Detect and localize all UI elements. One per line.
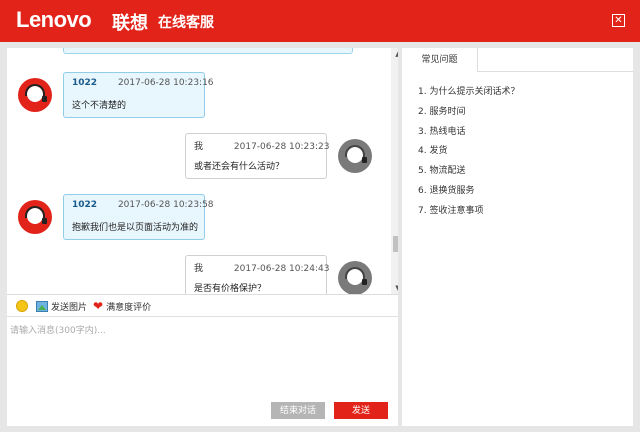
message-bubble-agent: 1022 2017-06-28 10:23:58 抱歉我们也是以页面活动为准的 xyxy=(63,194,214,240)
scroll-thumb[interactable] xyxy=(393,236,398,252)
message-sender: 我 xyxy=(194,264,204,274)
heart-icon: ❤ xyxy=(93,299,104,313)
message-text: 或者还会有什么活动？ xyxy=(194,162,285,172)
faq-item[interactable]: 5. 物流配送 xyxy=(418,163,628,183)
emoji-icon xyxy=(16,300,28,312)
message-time: 2017-06-28 10:23:23 xyxy=(233,142,330,152)
emoji-button[interactable] xyxy=(16,299,28,313)
rating-button[interactable]: ❤ 满意度评价 xyxy=(93,299,151,313)
rating-label: 满意度评价 xyxy=(106,302,152,313)
message-text: 是否有价格保护？ xyxy=(194,284,267,294)
user-avatar-icon xyxy=(338,261,372,294)
faq-panel: 常见问题 1. 为什么提示关闭话术？ 2. 服务时间 3. 热线电话 4. 发货… xyxy=(402,48,633,426)
message-time: 2017-06-28 10:23:16 xyxy=(117,78,214,88)
message-bubble-user: 我 2017-06-28 10:23:23 或者还会有什么活动？ xyxy=(185,133,330,179)
faq-list: 1. 为什么提示关闭话术？ 2. 服务时间 3. 热线电话 4. 发货 5. 物… xyxy=(418,84,628,223)
agent-avatar-icon xyxy=(18,200,52,234)
message-time: 2017-06-28 10:23:58 xyxy=(117,200,214,210)
send-button[interactable]: 发送 xyxy=(334,402,388,419)
message-bubble-user: 我 2017-06-28 10:24:43 是否有价格保护？ xyxy=(185,255,330,294)
header-bar: Lenovo 联想 在线客服 ✕ xyxy=(0,0,640,42)
message-text: 抱歉我们也是以页面活动为准的 xyxy=(72,223,199,233)
lenovo-logo-cn: 联想 xyxy=(112,13,148,34)
scroll-up-arrow-icon[interactable]: ▲ xyxy=(391,48,398,60)
image-icon xyxy=(36,300,48,312)
faq-item[interactable]: 4. 发货 xyxy=(418,143,628,163)
user-avatar-icon xyxy=(338,139,372,173)
faq-tabbar: 常见问题 xyxy=(402,48,633,72)
agent-avatar-icon xyxy=(18,78,52,112)
faq-item[interactable]: 7. 签收注意事项 xyxy=(418,203,628,223)
lenovo-logo: Lenovo xyxy=(16,7,92,32)
action-bar: 结束对话 发送 xyxy=(7,396,398,426)
scroll-down-arrow-icon[interactable]: ▼ xyxy=(391,282,398,294)
chat-toolbar: 发送图片 ❤ 满意度评价 xyxy=(7,294,398,316)
message-sender: 1022 xyxy=(72,78,98,88)
chat-history[interactable]: 1022 2017-06-28 10:23:16 这个不清楚的 我 2017-0… xyxy=(7,48,398,294)
chat-scrollbar[interactable]: ▲ ▼ xyxy=(391,48,398,294)
message-time: 2017-06-28 10:24:43 xyxy=(233,264,330,274)
message-sender: 我 xyxy=(194,142,204,152)
message-sender: 1022 xyxy=(72,200,98,210)
window-title: 在线客服 xyxy=(158,15,214,31)
tab-faq[interactable]: 常见问题 xyxy=(402,48,478,72)
faq-item[interactable]: 1. 为什么提示关闭话术？ xyxy=(418,84,628,104)
close-icon[interactable]: ✕ xyxy=(612,14,625,27)
send-image-label: 发送图片 xyxy=(51,302,88,313)
message-input[interactable] xyxy=(10,323,390,393)
faq-item[interactable]: 2. 服务时间 xyxy=(418,104,628,124)
send-image-button[interactable]: 发送图片 xyxy=(36,299,87,313)
end-chat-button[interactable]: 结束对话 xyxy=(271,402,325,419)
faq-item[interactable]: 6. 退换货服务 xyxy=(418,183,628,203)
partial-message-bubble xyxy=(63,48,353,54)
faq-item[interactable]: 3. 热线电话 xyxy=(418,124,628,144)
message-text: 这个不清楚的 xyxy=(72,101,127,111)
message-input-area xyxy=(7,316,398,396)
message-bubble-agent: 1022 2017-06-28 10:23:16 这个不清楚的 xyxy=(63,72,214,118)
